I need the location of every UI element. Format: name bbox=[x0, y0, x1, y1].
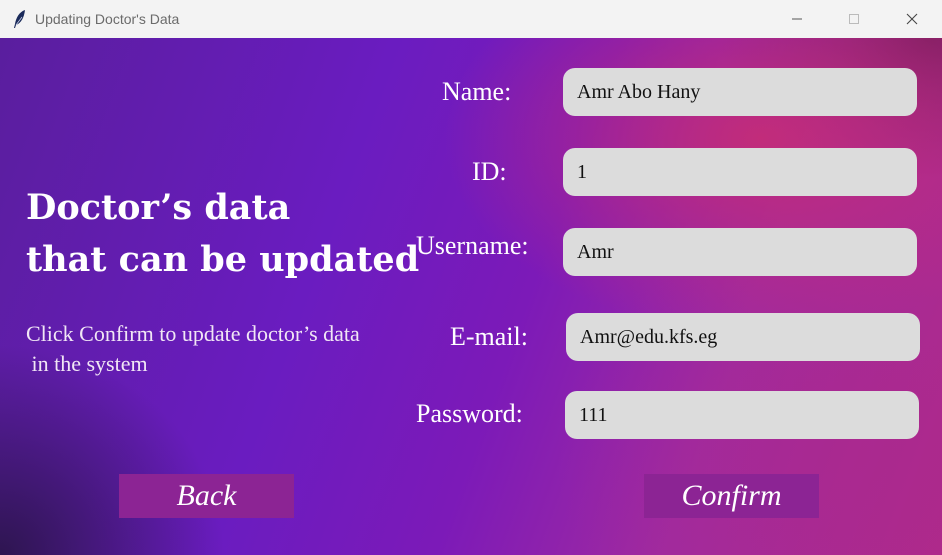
close-icon bbox=[906, 13, 918, 25]
name-input[interactable] bbox=[563, 68, 917, 116]
password-label: Password: bbox=[416, 399, 523, 428]
close-button[interactable] bbox=[889, 0, 935, 38]
minimize-icon bbox=[792, 18, 802, 20]
heading-line-2: that can be updated bbox=[26, 239, 420, 280]
id-label: ID: bbox=[472, 157, 507, 186]
feather-icon bbox=[12, 9, 28, 29]
minimize-button[interactable] bbox=[774, 0, 820, 38]
window-title: Updating Doctor's Data bbox=[35, 11, 180, 27]
app-window: Updating Doctor's Data Doctor’s data tha… bbox=[0, 0, 942, 555]
back-button[interactable]: Back bbox=[119, 474, 294, 518]
id-input[interactable] bbox=[563, 148, 917, 196]
maximize-button[interactable] bbox=[831, 0, 877, 38]
heading-line-1: Doctor’s data bbox=[26, 187, 291, 228]
title-bar[interactable]: Updating Doctor's Data bbox=[0, 0, 942, 38]
email-label: E-mail: bbox=[450, 322, 528, 351]
password-input[interactable] bbox=[565, 391, 919, 439]
maximize-icon bbox=[849, 14, 859, 24]
username-input[interactable] bbox=[563, 228, 917, 276]
confirm-button[interactable]: Confirm bbox=[644, 474, 819, 518]
email-input[interactable] bbox=[566, 313, 920, 361]
content-panel: Doctor’s data that can be updated Click … bbox=[0, 38, 942, 555]
username-label: Username: bbox=[416, 231, 529, 260]
description-text: Click Confirm to update doctor’s data in… bbox=[26, 321, 360, 376]
name-label: Name: bbox=[442, 77, 512, 106]
page-heading: Doctor’s data that can be updated bbox=[26, 182, 419, 286]
